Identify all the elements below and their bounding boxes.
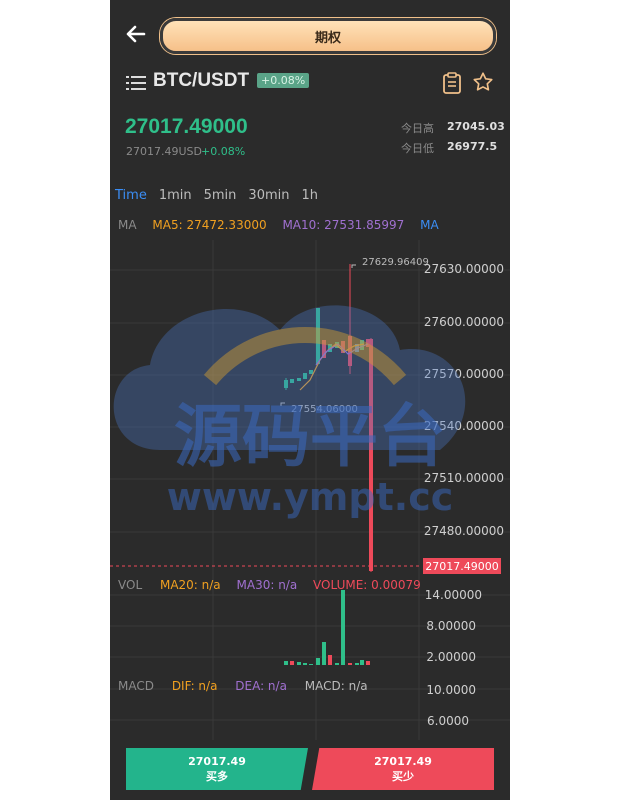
ma5-value: MA5: 27472.33000 — [152, 218, 267, 232]
volume-axis-label: 2.00000 — [426, 650, 476, 664]
tab-1h[interactable]: 1h — [301, 188, 318, 203]
candle — [297, 378, 301, 381]
high-value: 27045.03 — [447, 120, 505, 133]
low-label: 今日低 — [401, 142, 434, 155]
tab-1min[interactable]: 1min — [159, 188, 192, 203]
menu-list-icon[interactable] — [126, 75, 146, 91]
volume-indicator-row: VOL MA20: n/a MA30: n/a VOLUME: 0.00079 — [118, 578, 421, 592]
back-arrow-icon[interactable] — [124, 22, 148, 46]
header-title-pill: 期权 — [160, 18, 496, 54]
sell-price: 27017.49 — [374, 755, 432, 768]
usd-change: +0.08% — [201, 145, 246, 158]
price-axis-label: 27570.00000 — [424, 367, 504, 381]
candle — [348, 336, 352, 366]
current-price-tag-text: 27017.49000 — [425, 560, 498, 573]
tab-30min[interactable]: 30min — [248, 188, 289, 203]
high-label: 今日高 — [401, 122, 434, 135]
candle — [303, 373, 307, 379]
volume-axis-label: 8.00000 — [426, 619, 476, 633]
tab-time[interactable]: Time — [115, 188, 147, 203]
macd-indicator-row: MACD DIF: n/a DEA: n/a MACD: n/a — [118, 679, 368, 693]
macd-dea: DEA: n/a — [235, 679, 287, 693]
header-title: 期权 — [314, 30, 341, 46]
price-axis-label: 27630.00000 — [424, 262, 504, 276]
price-axis-label: 27480.00000 — [424, 524, 504, 538]
buy-short-button[interactable]: 27017.49 买少 — [312, 748, 494, 790]
ma-cut-label: MA — [420, 218, 439, 232]
candle — [290, 379, 294, 383]
low-value: 26977.5 — [447, 140, 498, 153]
last-price: 27017.49000 — [125, 115, 248, 138]
macd-dif: DIF: n/a — [171, 679, 218, 693]
vol-value: VOLUME: 0.00079 — [313, 578, 421, 592]
buy-label: 买多 — [206, 770, 228, 783]
buy-price: 27017.49 — [188, 755, 246, 768]
vol-ma20: MA20: n/a — [159, 578, 221, 592]
price-axis-label: 27540.00000 — [424, 419, 504, 433]
vol-label: VOL — [118, 578, 143, 592]
high-annotation: 27629.96409 — [362, 257, 429, 268]
vol-ma30: MA30: n/a — [236, 578, 298, 592]
sell-label: 买少 — [392, 770, 414, 783]
macd-label: MACD — [118, 679, 154, 693]
price-axis-label: 27600.00000 — [424, 315, 504, 329]
candle — [284, 380, 288, 388]
star-icon[interactable] — [472, 71, 494, 93]
macd-axis-label: 6.0000 — [427, 714, 469, 728]
pair-title[interactable]: BTC/USDT — [153, 70, 249, 92]
candle — [369, 339, 373, 571]
candle — [316, 308, 320, 364]
low-annotation: 27554.06000 — [291, 404, 358, 415]
macd-axis-label: 10.0000 — [426, 683, 476, 697]
phone-screen: 期权 BTC/USDT +0.08% 27017.49000 27017.49U… — [110, 0, 510, 800]
buy-long-button[interactable]: 27017.49 买多 — [126, 748, 308, 790]
candle — [309, 370, 313, 374]
ma-label: MA — [118, 218, 137, 232]
usd-price: 27017.49USD — [126, 145, 202, 158]
clipboard-icon[interactable] — [442, 72, 462, 94]
volume-bars — [284, 590, 370, 665]
ma-indicator-row: MA MA5: 27472.33000 MA10: 27531.85997 MA — [118, 218, 439, 232]
price-axis-label: 27510.00000 — [424, 471, 504, 485]
macd-value: MACD: n/a — [304, 679, 368, 693]
ma10-value: MA10: 27531.85997 — [282, 218, 405, 232]
pair-change-badge: +0.08% — [257, 73, 310, 88]
candles — [284, 264, 373, 572]
volume-axis-label: 14.00000 — [425, 588, 482, 602]
tab-5min[interactable]: 5min — [204, 188, 237, 203]
timeframe-tabs: Time 1min 5min 30min 1h — [115, 188, 318, 203]
